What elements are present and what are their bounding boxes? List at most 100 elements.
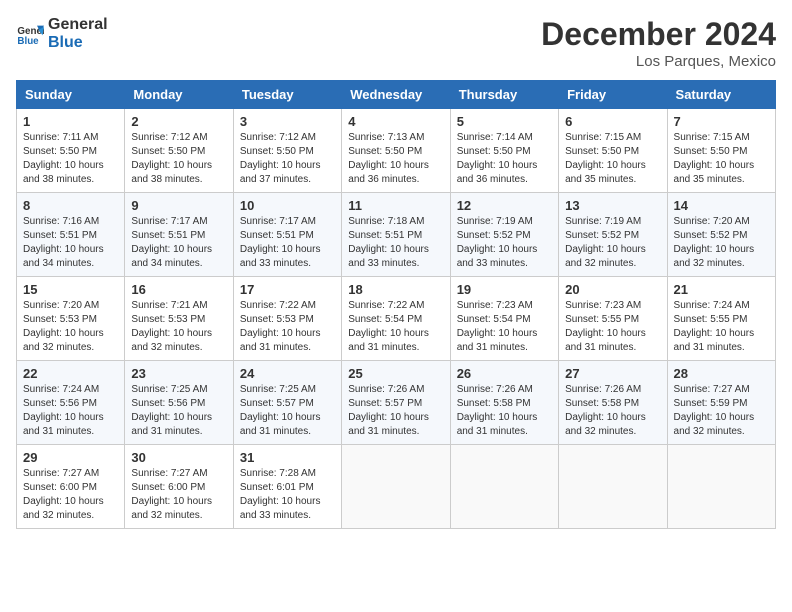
calendar-day-cell: 2 Sunrise: 7:12 AMSunset: 5:50 PMDaylight… [125,109,233,193]
day-info: Sunrise: 7:17 AMSunset: 5:51 PMDaylight:… [240,215,335,271]
calendar-day-cell: 1 Sunrise: 7:11 AMSunset: 5:50 PMDaylight… [17,109,125,193]
calendar-week-row: 29Sunrise: 7:27 AMSunset: 6:00 PMDayligh… [17,445,776,529]
calendar-day-cell: 27 Sunrise: 7:26 AMSunset: 5:58 PMDayligh… [559,361,667,445]
day-info: Sunrise: 7:12 AMSunset: 5:50 PMDaylight:… [131,131,226,187]
logo: General Blue General Blue [16,16,108,51]
calendar-day-cell: 11Sunrise: 7:18 AMSunset: 5:51 PMDayligh… [342,193,450,277]
day-number: 1 [23,114,118,129]
calendar-day-cell: 6 Sunrise: 7:15 AMSunset: 5:50 PMDaylight… [559,109,667,193]
day-info: Sunrise: 7:28 AMSunset: 6:01 PMDaylight:… [240,467,335,523]
calendar-day-cell: 19Sunrise: 7:23 AMSunset: 5:54 PMDayligh… [450,277,558,361]
day-info: Sunrise: 7:22 AMSunset: 5:54 PMDaylight:… [348,299,443,355]
day-info: Sunrise: 7:27 AMSunset: 6:00 PMDaylight:… [131,467,226,523]
day-info: Sunrise: 7:14 AMSunset: 5:50 PMDaylight:… [457,131,552,187]
calendar-day-cell: 20 Sunrise: 7:23 AMSunset: 5:55 PMDayligh… [559,277,667,361]
day-number: 14 [674,198,769,213]
calendar-day-cell [450,445,558,529]
day-info: Sunrise: 7:26 AMSunset: 5:57 PMDaylight:… [348,383,443,439]
day-number: 25 [348,366,443,381]
day-number: 13 [565,198,660,213]
weekday-header: Tuesday [233,81,341,109]
calendar-day-cell: 10 Sunrise: 7:17 AMSunset: 5:51 PMDayligh… [233,193,341,277]
calendar-day-cell: 5 Sunrise: 7:14 AMSunset: 5:50 PMDaylight… [450,109,558,193]
day-info: Sunrise: 7:12 AMSunset: 5:50 PMDaylight:… [240,131,335,187]
weekday-header: Sunday [17,81,125,109]
calendar-day-cell [667,445,775,529]
day-number: 7 [674,114,769,129]
day-info: Sunrise: 7:23 AMSunset: 5:55 PMDaylight:… [565,299,660,355]
day-number: 28 [674,366,769,381]
calendar-day-cell: 14 Sunrise: 7:20 AMSunset: 5:52 PMDayligh… [667,193,775,277]
day-number: 4 [348,114,443,129]
calendar-day-cell: 9 Sunrise: 7:17 AMSunset: 5:51 PMDaylight… [125,193,233,277]
day-number: 27 [565,366,660,381]
calendar-day-cell: 28Sunrise: 7:27 AMSunset: 5:59 PMDayligh… [667,361,775,445]
calendar-day-cell: 21 Sunrise: 7:24 AMSunset: 5:55 PMDayligh… [667,277,775,361]
day-info: Sunrise: 7:11 AMSunset: 5:50 PMDaylight:… [23,131,118,187]
calendar-day-cell [342,445,450,529]
calendar-week-row: 22 Sunrise: 7:24 AMSunset: 5:56 PMDayligh… [17,361,776,445]
day-info: Sunrise: 7:25 AMSunset: 5:57 PMDaylight:… [240,383,335,439]
day-info: Sunrise: 7:13 AMSunset: 5:50 PMDaylight:… [348,131,443,187]
day-number: 6 [565,114,660,129]
day-info: Sunrise: 7:24 AMSunset: 5:56 PMDaylight:… [23,383,118,439]
title-block: December 2024 Los Parques, Mexico [541,16,776,70]
calendar-day-cell: 31 Sunrise: 7:28 AMSunset: 6:01 PMDayligh… [233,445,341,529]
calendar-day-cell: 18 Sunrise: 7:22 AMSunset: 5:54 PMDayligh… [342,277,450,361]
day-number: 24 [240,366,335,381]
calendar-day-cell [559,445,667,529]
day-info: Sunrise: 7:22 AMSunset: 5:53 PMDaylight:… [240,299,335,355]
weekday-header: Wednesday [342,81,450,109]
day-number: 17 [240,282,335,297]
day-number: 26 [457,366,552,381]
day-number: 5 [457,114,552,129]
calendar-week-row: 8Sunrise: 7:16 AMSunset: 5:51 PMDaylight… [17,193,776,277]
day-number: 9 [131,198,226,213]
day-info: Sunrise: 7:20 AMSunset: 5:53 PMDaylight:… [23,299,118,355]
logo-icon: General Blue [16,20,44,48]
svg-text:Blue: Blue [17,35,39,46]
calendar-day-cell: 15 Sunrise: 7:20 AMSunset: 5:53 PMDayligh… [17,277,125,361]
day-number: 11 [348,198,443,213]
day-info: Sunrise: 7:20 AMSunset: 5:52 PMDaylight:… [674,215,769,271]
calendar-day-cell: 3 Sunrise: 7:12 AMSunset: 5:50 PMDaylight… [233,109,341,193]
calendar-table: SundayMondayTuesdayWednesdayThursdayFrid… [16,80,776,529]
weekday-header: Saturday [667,81,775,109]
calendar-day-cell: 7 Sunrise: 7:15 AMSunset: 5:50 PMDaylight… [667,109,775,193]
day-number: 22 [23,366,118,381]
day-number: 3 [240,114,335,129]
calendar-day-cell: 25 Sunrise: 7:26 AMSunset: 5:57 PMDayligh… [342,361,450,445]
day-number: 20 [565,282,660,297]
weekday-header: Monday [125,81,233,109]
day-number: 16 [131,282,226,297]
weekday-header: Friday [559,81,667,109]
day-number: 31 [240,450,335,465]
day-info: Sunrise: 7:17 AMSunset: 5:51 PMDaylight:… [131,215,226,271]
calendar-week-row: 1 Sunrise: 7:11 AMSunset: 5:50 PMDaylight… [17,109,776,193]
day-info: Sunrise: 7:26 AMSunset: 5:58 PMDaylight:… [565,383,660,439]
day-info: Sunrise: 7:26 AMSunset: 5:58 PMDaylight:… [457,383,552,439]
calendar-week-row: 15 Sunrise: 7:20 AMSunset: 5:53 PMDayligh… [17,277,776,361]
calendar-day-cell: 24 Sunrise: 7:25 AMSunset: 5:57 PMDayligh… [233,361,341,445]
month-title: December 2024 [541,16,776,53]
page-header: General Blue General Blue December 2024 … [16,16,776,70]
day-info: Sunrise: 7:24 AMSunset: 5:55 PMDaylight:… [674,299,769,355]
location: Los Parques, Mexico [541,53,776,70]
day-info: Sunrise: 7:19 AMSunset: 5:52 PMDaylight:… [457,215,552,271]
calendar-day-cell: 22 Sunrise: 7:24 AMSunset: 5:56 PMDayligh… [17,361,125,445]
calendar-day-cell: 4 Sunrise: 7:13 AMSunset: 5:50 PMDaylight… [342,109,450,193]
day-info: Sunrise: 7:25 AMSunset: 5:56 PMDaylight:… [131,383,226,439]
day-number: 10 [240,198,335,213]
day-number: 21 [674,282,769,297]
day-number: 19 [457,282,552,297]
day-number: 15 [23,282,118,297]
day-info: Sunrise: 7:15 AMSunset: 5:50 PMDaylight:… [565,131,660,187]
day-info: Sunrise: 7:15 AMSunset: 5:50 PMDaylight:… [674,131,769,187]
day-number: 2 [131,114,226,129]
calendar-day-cell: 12Sunrise: 7:19 AMSunset: 5:52 PMDayligh… [450,193,558,277]
day-number: 18 [348,282,443,297]
calendar-day-cell: 13Sunrise: 7:19 AMSunset: 5:52 PMDayligh… [559,193,667,277]
day-number: 8 [23,198,118,213]
calendar-day-cell: 30Sunrise: 7:27 AMSunset: 6:00 PMDayligh… [125,445,233,529]
day-number: 23 [131,366,226,381]
